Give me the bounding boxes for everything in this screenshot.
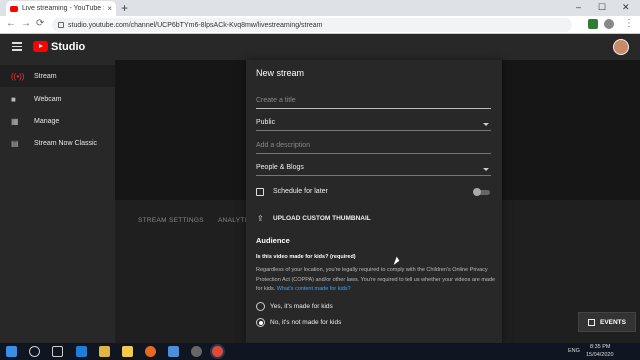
- dialog-title: New stream: [256, 68, 305, 78]
- chrome-icon[interactable]: [212, 346, 223, 357]
- mail-icon[interactable]: [168, 346, 179, 357]
- new-tab-button[interactable]: +: [121, 1, 128, 15]
- youtube-favicon-icon: [10, 5, 18, 12]
- clock-date[interactable]: 15/04/2020: [586, 352, 614, 358]
- exit-icon: [587, 318, 595, 326]
- maximize-button[interactable]: ☐: [598, 2, 606, 13]
- category-value: People & Blogs: [256, 164, 304, 171]
- avatar[interactable]: [613, 39, 629, 55]
- visibility-value: Public: [256, 119, 276, 126]
- description-placeholder: Add a description: [256, 142, 311, 149]
- camera-icon: ■: [11, 94, 16, 104]
- audience-heading: Audience: [256, 236, 290, 245]
- schedule-label: Schedule for later: [273, 188, 328, 195]
- reload-icon[interactable]: ⟳: [36, 18, 44, 29]
- tab-analytics[interactable]: ANALYTI: [218, 217, 247, 224]
- windows-taskbar: ENG 8:35 PM 15/04/2020: [0, 343, 640, 360]
- radio-made-for-kids[interactable]: [256, 302, 265, 311]
- extension-icon[interactable]: [588, 19, 598, 29]
- url-text: studio.youtube.com/channel/UCP6bTYm6-8lp…: [68, 21, 323, 29]
- sidebar-item-label: Webcam: [34, 95, 62, 103]
- visibility-select[interactable]: Public: [256, 117, 491, 131]
- tab-title: Live streaming - YouTube Studio: [22, 5, 104, 12]
- chevron-down-icon: [483, 168, 489, 171]
- profile-icon[interactable]: [604, 19, 614, 29]
- title-field[interactable]: Create a title: [256, 95, 491, 109]
- url-bar[interactable]: studio.youtube.com/channel/UCP6bTYm6-8lp…: [52, 18, 572, 32]
- sidebar-item-webcam[interactable]: ■ Webcam: [0, 88, 115, 110]
- firefox-icon[interactable]: [145, 346, 156, 357]
- browser-tab[interactable]: Live streaming - YouTube Studio ×: [6, 1, 116, 16]
- upload-thumbnail-button[interactable]: UPLOAD CUSTOM THUMBNAIL: [273, 215, 371, 222]
- edge-icon[interactable]: [76, 346, 87, 357]
- category-select[interactable]: People & Blogs: [256, 162, 491, 176]
- sidebar-item-manage[interactable]: ▦ Manage: [0, 110, 115, 132]
- events-label: EVENTS: [599, 318, 626, 326]
- hamburger-menu-icon[interactable]: [12, 42, 22, 53]
- sidebar-item-label: Stream Now Classic: [34, 139, 98, 147]
- youtube-logo-icon[interactable]: [33, 41, 48, 52]
- coppa-notice: Regardless of your location, you're lega…: [256, 266, 496, 295]
- sidebar-item-label: Stream: [34, 72, 57, 80]
- tab-stream-settings[interactable]: STREAM SETTINGS: [138, 217, 204, 224]
- sidebar-item-stream-now-classic[interactable]: ▤ Stream Now Classic: [0, 132, 115, 154]
- browser-tab-strip: Live streaming - YouTube Studio × + – ☐ …: [0, 0, 640, 16]
- new-stream-dialog: New stream Create a title Public Add a d…: [246, 60, 502, 343]
- description-field[interactable]: Add a description: [256, 140, 491, 154]
- studio-header: Studio: [0, 34, 640, 60]
- made-for-kids-question: Is this video made for kids? (required): [256, 254, 356, 260]
- calendar-icon: [256, 188, 264, 196]
- events-button[interactable]: EVENTS: [578, 312, 636, 332]
- task-view-icon[interactable]: [52, 346, 63, 357]
- language-indicator[interactable]: ENG: [568, 348, 580, 354]
- clock-time[interactable]: 8:35 PM: [590, 344, 610, 350]
- file-explorer-icon[interactable]: [99, 346, 110, 357]
- chevron-down-icon: [483, 123, 489, 126]
- radio-label-yes: Yes, it's made for kids: [270, 303, 333, 310]
- sidebar-item-stream[interactable]: ((•)) Stream: [0, 65, 115, 87]
- sidebar: ((•)) Stream ■ Webcam ▦ Manage ▤ Stream …: [0, 60, 115, 343]
- close-window-button[interactable]: ✕: [622, 2, 630, 13]
- app-icon[interactable]: [191, 346, 202, 357]
- schedule-toggle[interactable]: [473, 188, 490, 196]
- calendar-icon: ▦: [11, 116, 19, 126]
- document-icon: ▤: [11, 138, 19, 148]
- search-icon[interactable]: [29, 346, 40, 357]
- store-icon[interactable]: [122, 346, 133, 357]
- broadcast-icon: ((•)): [11, 71, 25, 81]
- forward-icon[interactable]: →: [21, 18, 31, 29]
- menu-dots-icon[interactable]: ⋮: [624, 18, 634, 29]
- content-for-kids-link[interactable]: What's content made for kids?: [277, 286, 351, 292]
- minimize-button[interactable]: –: [576, 2, 581, 12]
- back-icon[interactable]: ←: [6, 18, 16, 29]
- radio-not-made-for-kids[interactable]: [256, 318, 265, 327]
- radio-label-no: No, it's not made for kids: [270, 319, 342, 326]
- screen: Live streaming - YouTube Studio × + – ☐ …: [0, 0, 640, 360]
- sidebar-item-label: Manage: [34, 117, 60, 125]
- upload-icon: ⇪: [257, 214, 264, 223]
- studio-logo-text: Studio: [51, 41, 86, 53]
- title-placeholder: Create a title: [256, 97, 296, 104]
- lock-icon: [58, 22, 64, 28]
- address-bar-row: ← → ⟳ studio.youtube.com/channel/UCP6bTY…: [0, 16, 640, 34]
- tab-close-icon[interactable]: ×: [107, 4, 112, 13]
- windows-start-icon[interactable]: [6, 346, 17, 357]
